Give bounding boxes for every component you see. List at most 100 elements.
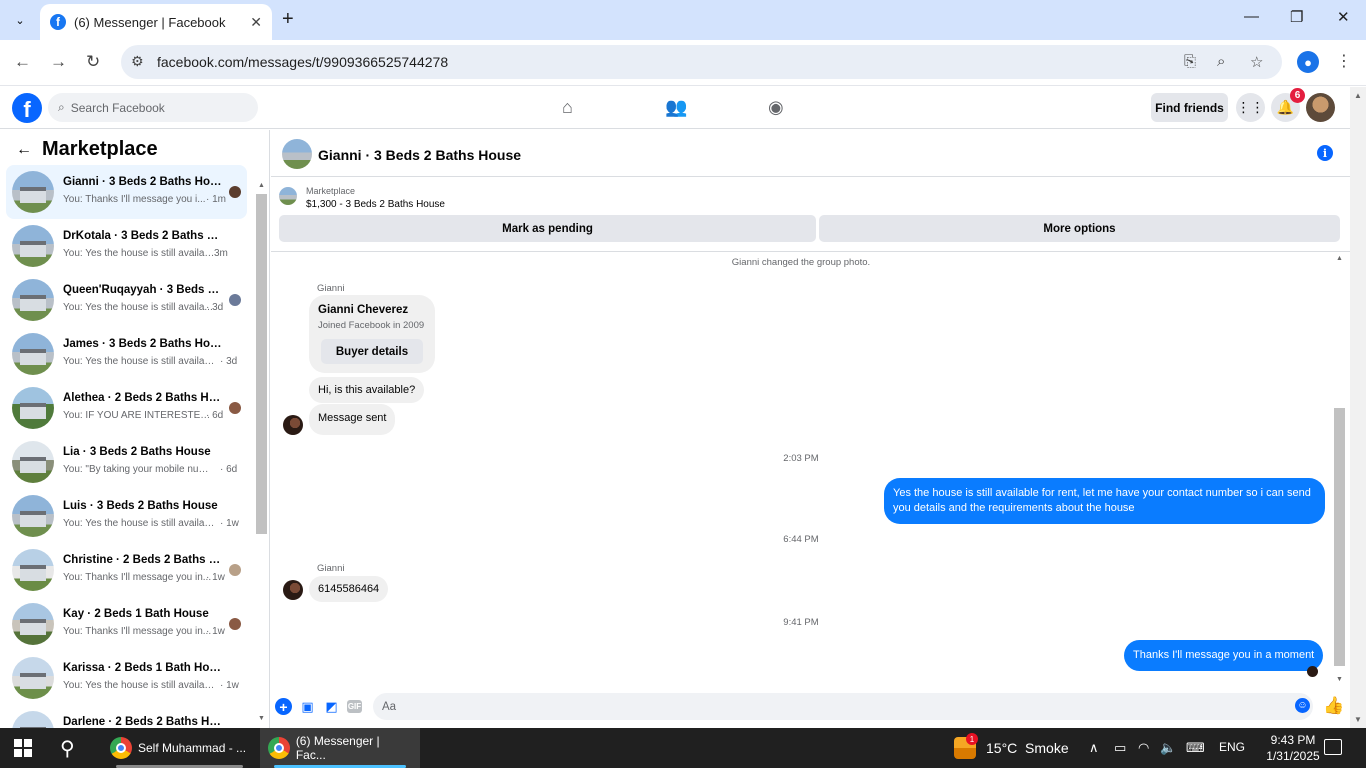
show-hidden-icons-icon[interactable]: ∧ [1089,740,1099,756]
conversation-name: James · 3 Beds 2 Baths House [63,338,223,350]
tab-close-icon[interactable]: ✕ [250,14,262,31]
taskbar-app-chrome-2[interactable]: (6) Messenger | Fac... [260,728,420,768]
seen-receipt-avatar [1307,666,1318,677]
back-arrow-icon[interactable]: ← [16,141,32,159]
scroll-down-icon[interactable]: ▼ [1336,676,1343,683]
chat-scrollbar[interactable]: ▲ ▼ [1333,253,1347,685]
info-icon[interactable]: i [1317,145,1333,161]
sticker-icon[interactable]: ◩ [323,698,340,715]
conversation-item[interactable]: Kay · 2 Beds 1 Bath House You: Thanks I'… [6,597,247,651]
sidebar-header: ← Marketplace [16,138,158,161]
sender-avatar[interactable] [283,415,303,435]
menu-kebab-icon[interactable]: ⋮ [1336,51,1352,71]
window-close-icon[interactable]: ✕ [1337,8,1350,26]
profile-icon[interactable]: ● [1297,51,1319,73]
bookmark-star-icon[interactable]: ☆ [1250,53,1263,71]
gif-icon[interactable]: GIF [347,700,362,713]
install-app-icon[interactable]: ⎘ [1184,53,1196,70]
groups-icon[interactable]: ◉ [768,97,784,118]
notification-center-icon[interactable] [1324,739,1342,755]
plus-icon[interactable]: + [275,698,292,715]
conversation-item[interactable]: Queen'Ruqayyah · 3 Beds 2 B... You: Yes … [6,273,247,327]
chat-listing-avatar[interactable] [282,139,312,169]
tab-search-button[interactable]: ⌄ [8,8,32,32]
scroll-down-icon[interactable]: ▼ [258,715,265,722]
conversation-time: · 1w [206,572,225,583]
incoming-message[interactable]: Hi, is this available? [309,377,425,403]
sidebar-scrollbar[interactable]: ▲ ▼ [255,182,268,722]
message-input[interactable]: Aa [373,693,1313,720]
conversation-item[interactable]: James · 3 Beds 2 Baths House You: Yes th… [6,327,247,381]
menu-grid-icon[interactable]: ⋮⋮ [1236,93,1265,122]
conversation-list: Gianni · 3 Beds 2 Baths House You: Thank… [6,165,247,728]
conversation-item[interactable]: Christine · 2 Beds 2 Baths Ho... You: Th… [6,543,247,597]
sidebar-title: Marketplace [42,138,158,160]
system-clock[interactable]: 9:43 PM 1/31/2025 [1263,732,1323,764]
weather-icon: 1 [954,733,978,759]
keyboard-icon[interactable]: ⌨ [1186,740,1205,756]
more-options-button[interactable]: More options [819,215,1340,242]
language-indicator[interactable]: ENG [1219,740,1245,754]
facebook-header: f ⌕ Search Facebook ⌂ 👥 ◉ Find friends ⋮… [0,87,1350,129]
browser-tab-messenger[interactable]: f (6) Messenger | Facebook ✕ [40,4,272,40]
restore-icon[interactable]: ❐ [1290,8,1303,26]
account-avatar[interactable] [1306,93,1335,122]
battery-icon[interactable]: ▭ [1114,740,1126,756]
zoom-icon[interactable]: ⌕ [1217,53,1225,70]
scroll-up-icon[interactable]: ▲ [1336,255,1343,262]
message-timestamp: 2:03 PM [783,453,819,464]
conversation-time: · 1w [220,518,239,529]
image-icon[interactable]: ▣ [299,698,316,715]
listing-price[interactable]: $1,300 - 3 Beds 2 Baths House [306,199,445,210]
conversation-item[interactable]: Karissa · 2 Beds 1 Bath House You: Yes t… [6,651,247,705]
wifi-icon[interactable]: ◠ [1138,740,1149,756]
conversation-name: Gianni · 3 Beds 2 Baths House [63,176,223,188]
emoji-icon[interactable]: ☺ [1295,698,1310,713]
minimize-icon[interactable]: — [1244,8,1259,25]
scroll-down-icon[interactable]: ▼ [1354,715,1362,724]
friends-icon[interactable]: 👥 [665,97,687,118]
outgoing-message[interactable]: Thanks I'll message you in a moment [1124,640,1324,671]
conversation-item[interactable]: Darlene · 2 Beds 2 Baths Hou... [6,705,247,728]
conversation-item[interactable]: Alethea · 2 Beds 2 Baths Hou... You: IF … [6,381,247,435]
scroll-up-icon[interactable]: ▲ [258,182,265,189]
outgoing-message[interactable]: Yes the house is still available for ren… [884,478,1325,524]
page-scrollbar[interactable]: ▲ ▼ [1350,87,1366,728]
marketplace-label: Marketplace [306,186,356,196]
volume-icon[interactable]: 🔈 [1160,740,1176,756]
find-friends-button[interactable]: Find friends [1151,93,1228,122]
mark-as-pending-button[interactable]: Mark as pending [279,215,816,242]
conversation-item[interactable]: Luis · 3 Beds 2 Baths House You: Yes the… [6,489,247,543]
home-icon[interactable]: ⌂ [562,97,573,118]
scrollbar-thumb[interactable] [256,194,267,534]
listing-thumbnail[interactable] [279,187,297,205]
thumbs-up-icon[interactable]: 👍 [1323,696,1344,716]
weather-widget[interactable]: 1 15°C Smoke [954,728,1069,768]
forward-arrow-icon[interactable]: → [50,52,67,72]
url-text[interactable]: facebook.com/messages/t/9909366525744278 [157,54,448,70]
taskbar-app-chrome-1[interactable]: Self Muhammad - ... [102,728,257,768]
sender-avatar[interactable] [283,580,303,600]
buyer-joined: Joined Facebook in 2009 [318,320,425,331]
search-input[interactable]: ⌕ Search Facebook [48,93,258,122]
scrollbar-thumb[interactable] [1334,408,1345,666]
listing-thumbnail [12,549,54,591]
windows-taskbar: ⚲ Self Muhammad - ... (6) Messenger | Fa… [0,728,1366,768]
site-info-icon[interactable]: ⚙ [131,53,144,70]
new-tab-button[interactable]: + [282,8,294,31]
incoming-message[interactable]: 6145586464 [309,576,389,602]
search-icon[interactable]: ⚲ [60,736,75,761]
facebook-logo-icon[interactable]: f [12,93,42,123]
chat-title[interactable]: Gianni · 3 Beds 2 Baths House [318,147,521,163]
incoming-message[interactable]: Message sent [309,404,396,435]
conversation-item[interactable]: Gianni · 3 Beds 2 Baths House You: Thank… [6,165,247,219]
weather-text: 15°C Smoke [986,740,1069,756]
back-arrow-icon[interactable]: ← [14,52,31,72]
buyer-details-button[interactable]: Buyer details [321,339,423,364]
windows-start-icon[interactable] [14,739,32,757]
reload-icon[interactable]: ↻ [86,52,100,72]
scroll-up-icon[interactable]: ▲ [1354,91,1362,100]
conversation-item[interactable]: DrKotala · 3 Beds 2 Baths House You: Yes… [6,219,247,273]
address-bar[interactable]: ⚙ facebook.com/messages/t/99093665257442… [121,45,1282,79]
conversation-item[interactable]: Lia · 3 Beds 2 Baths House You: "By taki… [6,435,247,489]
